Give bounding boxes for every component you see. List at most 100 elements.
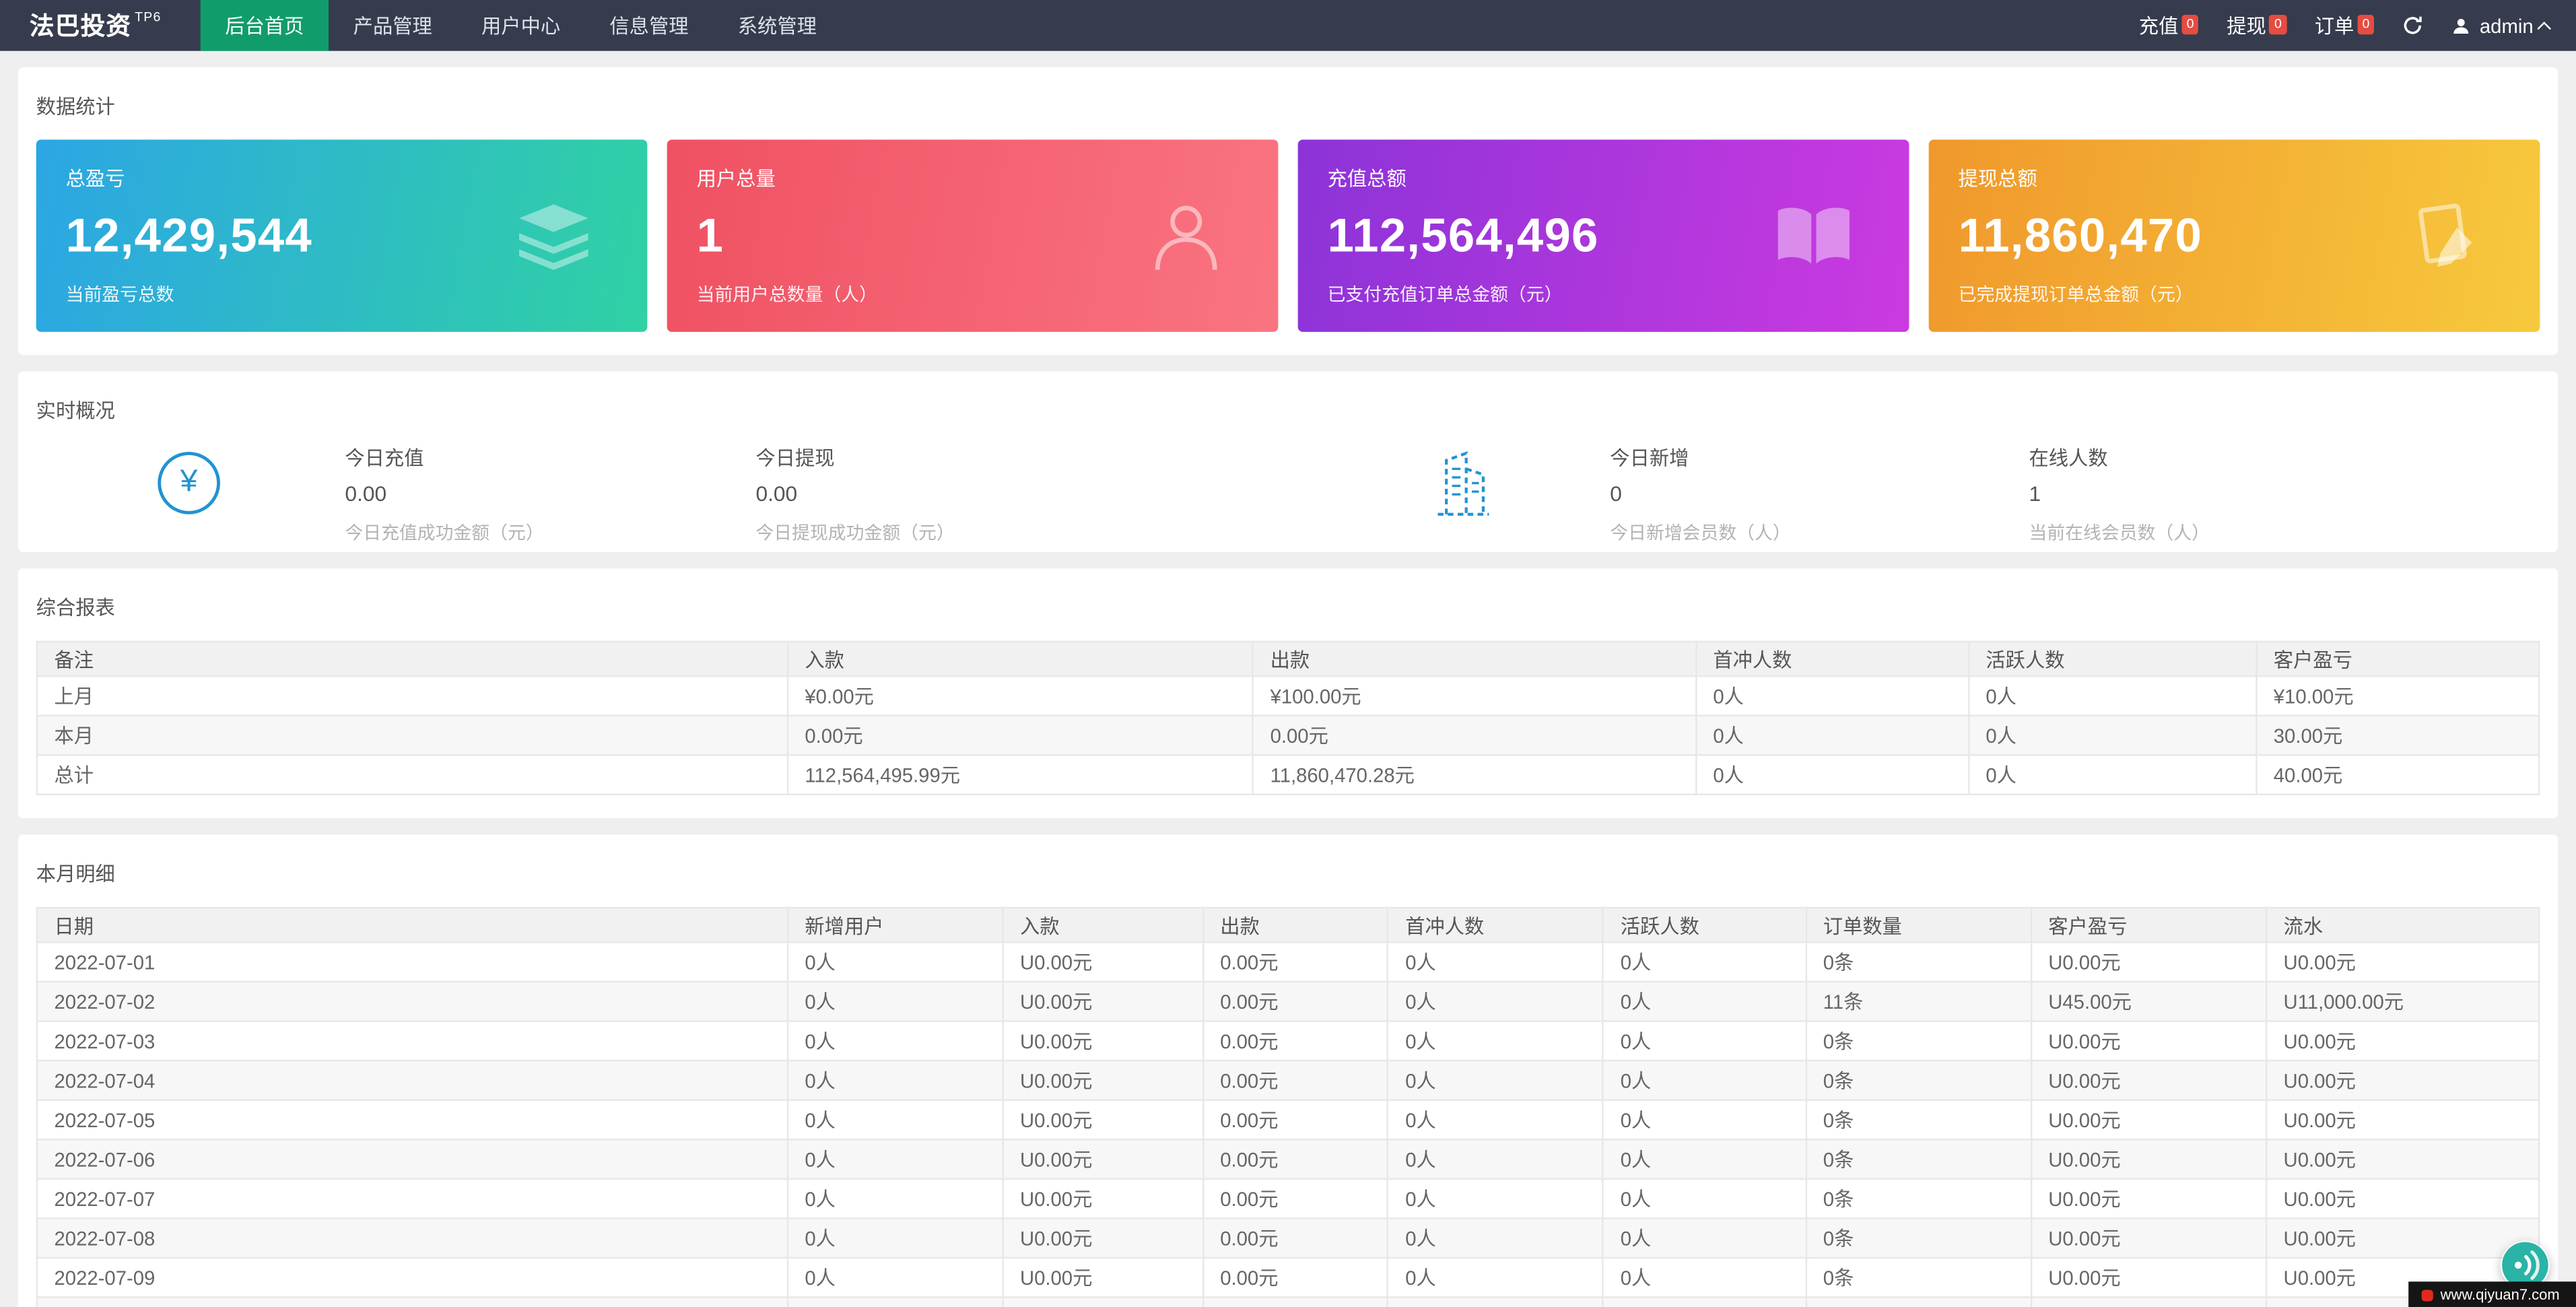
table-cell: 本月	[37, 716, 788, 756]
shortcut-recharge[interactable]: 充值0	[2139, 11, 2199, 39]
table-cell: 0人	[788, 1179, 1003, 1219]
table-cell: 30.00元	[2256, 716, 2539, 756]
table-cell: 0人	[1388, 1021, 1604, 1061]
table-body: 上月¥0.00元¥100.00元0人0人¥10.00元本月0.00元0.00元0…	[37, 676, 2539, 795]
metric-value: 0.00	[755, 481, 954, 506]
refresh-icon	[2402, 15, 2424, 36]
column-header: 首冲人数	[1696, 642, 1969, 676]
table-cell: 40.00元	[2256, 755, 2539, 795]
table-cell: 0人	[1388, 1061, 1604, 1100]
watermark-text: www.qiyuan7.com	[2441, 1287, 2560, 1303]
table-cell: 0人	[788, 1258, 1003, 1298]
metric-online-members: 在线人数 1 当前在线会员数（人）	[2029, 444, 2210, 545]
table-cell: 0人	[1969, 676, 2256, 716]
table-cell: 2022-07-01	[37, 942, 788, 982]
stats-panel: 数据统计 总盈亏 12,429,544 当前盈亏总数 用户总量 1 当前用户总数…	[18, 67, 2558, 355]
table-cell: U0.00元	[2031, 942, 2266, 982]
table-cell: 0人	[788, 1021, 1003, 1061]
table-cell: 2022-07-03	[37, 1021, 788, 1061]
open-book-icon	[1774, 203, 1853, 269]
table-row: 2022-07-070人U0.00元0.00元0人0人0条U0.00元U0.00…	[37, 1179, 2539, 1219]
table-cell: U0.00元	[2031, 1100, 2266, 1140]
chevron-up-icon	[2537, 21, 2551, 35]
table-cell: 0条	[1806, 1139, 2031, 1179]
metric-desc: 当前在线会员数（人）	[2029, 519, 2210, 545]
table-cell: U0.00元	[2266, 1139, 2539, 1179]
realtime-panel-title: 实时概况	[36, 396, 2540, 424]
shortcut-orders[interactable]: 订单0	[2315, 11, 2375, 39]
stat-card-total-recharge: 充值总额 112,564,496 已支付充值订单总金额（元）	[1298, 139, 1909, 331]
table-row: 2022-07-060人U0.00元0.00元0人0人0条U0.00元U0.00…	[37, 1139, 2539, 1179]
table-cell: 0人	[1388, 942, 1604, 982]
red-logo-icon	[2422, 1289, 2434, 1300]
detail-panel-title: 本月明细	[36, 859, 2540, 887]
table-cell: 2022-07-05	[37, 1100, 788, 1140]
brand-tag: TP6	[135, 10, 161, 25]
table-cell: U0.00元	[1003, 1061, 1202, 1100]
brand-logo[interactable]: 法巴投资 TP6	[0, 0, 201, 51]
column-header: 活跃人数	[1969, 642, 2256, 676]
menu-item-system[interactable]: 系统管理	[713, 0, 841, 51]
column-header: 订单数量	[1806, 908, 2031, 942]
table-cell: 0条	[1806, 1297, 2031, 1307]
metric-desc: 今日充值成功金额（元）	[345, 519, 543, 545]
column-header: 备注	[37, 642, 788, 676]
table-cell: 2022-07-09	[37, 1258, 788, 1298]
stat-card-total-withdraw: 提现总额 11,860,470 已完成提现订单总金额（元）	[1929, 139, 2540, 331]
table-cell: ¥10.00元	[2256, 676, 2539, 716]
table-cell: 0人	[1969, 755, 2256, 795]
table-cell: 0人	[1969, 716, 2256, 756]
table-head: 备注入款出款首冲人数活跃人数客户盈亏	[37, 642, 2539, 676]
table-cell: U0.00元	[2031, 1021, 2266, 1061]
table-cell: 0人	[1388, 1297, 1604, 1307]
table-head: 日期新增用户入款出款首冲人数活跃人数订单数量客户盈亏流水	[37, 908, 2539, 942]
table-cell: 0.00元	[1203, 1021, 1388, 1061]
table-cell: 0人	[1603, 1100, 1806, 1140]
table-cell: 0.00元	[1203, 1218, 1388, 1258]
table-cell: 0人	[1603, 1179, 1806, 1219]
table-cell: 0.00元	[1203, 942, 1388, 982]
column-header: 活跃人数	[1603, 908, 1806, 942]
table-cell: U0.00元	[2266, 1218, 2539, 1258]
menu-item-user-center[interactable]: 用户中心	[456, 0, 584, 51]
column-header: 流水	[2266, 908, 2539, 942]
table-cell: U0.00元	[1003, 1100, 1202, 1140]
table-cell: U0.00元	[2031, 1179, 2266, 1219]
metric-today-withdraw: 今日提现 0.00 今日提现成功金额（元）	[755, 444, 954, 545]
table-cell: 上月	[37, 676, 788, 716]
report-panel: 综合报表 备注入款出款首冲人数活跃人数客户盈亏 上月¥0.00元¥100.00元…	[18, 568, 2558, 818]
table-cell: U0.00元	[1003, 1139, 1202, 1179]
realtime-panel: 实时概况 ¥ 今日充值 0.00 今日充值成功金额（元） 今日提现 0.00 今…	[18, 371, 2558, 551]
table-cell: ¥0.00元	[788, 676, 1253, 716]
table-cell: 0.00元	[1203, 1258, 1388, 1298]
site-watermark[interactable]: www.qiyuan7.com	[2409, 1281, 2576, 1307]
card-label: 充值总额	[1328, 164, 1880, 192]
column-header: 出款	[1203, 908, 1388, 942]
stat-card-total-users: 用户总量 1 当前用户总数量（人）	[667, 139, 1279, 331]
menu-item-info[interactable]: 信息管理	[585, 0, 713, 51]
table-cell: ¥100.00元	[1253, 676, 1696, 716]
user-menu[interactable]: admin	[2451, 14, 2551, 37]
table-cell: U0.00元	[2266, 1100, 2539, 1140]
table-cell: 0人	[1603, 1218, 1806, 1258]
shortcut-orders-label: 订单	[2315, 11, 2354, 39]
table-row: 2022-07-020人U0.00元0.00元0人0人11条U45.00元U11…	[37, 982, 2539, 1021]
table-cell: U0.00元	[1003, 1218, 1202, 1258]
menu-item-products[interactable]: 产品管理	[329, 0, 456, 51]
person-icon	[1150, 198, 1222, 273]
refresh-button[interactable]	[2402, 15, 2424, 36]
menu-item-dashboard[interactable]: 后台首页	[201, 0, 329, 51]
table-cell: U0.00元	[2266, 1179, 2539, 1219]
shortcut-withdraw[interactable]: 提现0	[2227, 11, 2286, 39]
table-cell: 0.00元	[1253, 716, 1696, 756]
building-icon	[1429, 448, 1492, 517]
yen-circle-icon: ¥	[158, 452, 220, 514]
table-row: 上月¥0.00元¥100.00元0人0人¥10.00元	[37, 676, 2539, 716]
table-cell: U0.00元	[1003, 942, 1202, 982]
card-label: 用户总量	[697, 164, 1249, 192]
table-cell: 0人	[1603, 1297, 1806, 1307]
table-cell: 0人	[1388, 982, 1604, 1021]
table-cell: U0.00元	[2031, 1297, 2266, 1307]
admin-dashboard-page: 法巴投资 TP6 后台首页 产品管理 用户中心 信息管理 系统管理 充值0 提现…	[0, 0, 2576, 1307]
withdraw-count-badge: 0	[2270, 15, 2287, 34]
